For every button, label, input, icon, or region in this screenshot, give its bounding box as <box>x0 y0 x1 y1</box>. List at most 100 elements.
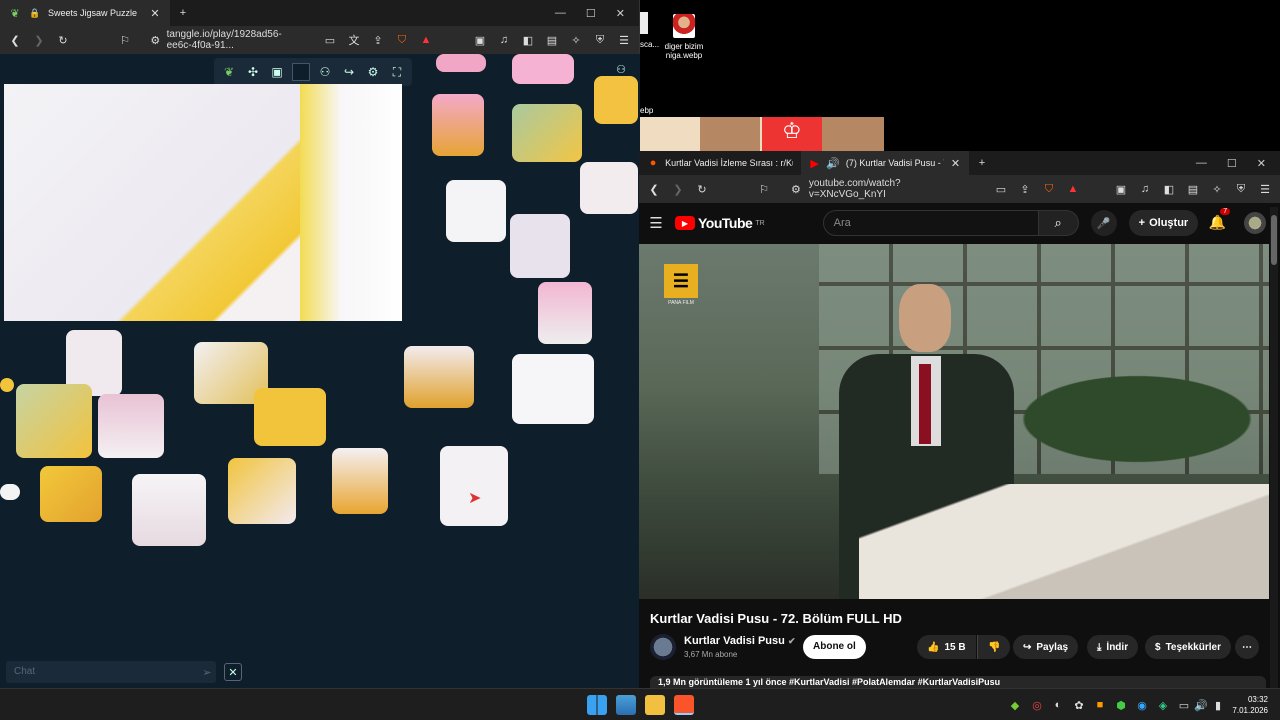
leo-icon[interactable]: ✧ <box>569 33 583 47</box>
puzzle-piece[interactable] <box>436 54 486 72</box>
puzzle-piece[interactable] <box>0 484 20 500</box>
download-button[interactable]: ⤓ İndir <box>1087 635 1139 659</box>
new-tab-icon[interactable]: + <box>975 156 989 170</box>
address-bar[interactable]: ⚙ tanggle.io/play/1928ad56-ee6c-4f0a-91.… <box>142 29 313 51</box>
tab-sweets-puzzle[interactable]: ❦ 🔒 Sweets Jigsaw Puzzle ✕ <box>0 0 170 26</box>
close-tab-icon[interactable]: ✕ <box>148 6 162 20</box>
battery-icon[interactable]: ▮ <box>1211 698 1225 712</box>
tray-icon-7[interactable]: ◉ <box>1135 698 1149 712</box>
dislike-button[interactable]: 👎 <box>977 635 1011 659</box>
bookmark-icon[interactable]: ⚐ <box>118 33 132 47</box>
desktop-switch-icon[interactable] <box>616 695 636 715</box>
notifications-button[interactable]: 🔔 7 <box>1209 208 1232 232</box>
share-icon[interactable]: ⇪ <box>371 33 385 47</box>
close-chat-icon[interactable]: ✕ <box>224 663 242 681</box>
puzzle-piece[interactable] <box>440 446 508 526</box>
wallet-icon[interactable]: ▤ <box>545 33 559 47</box>
media-icon[interactable]: ♫ <box>1138 182 1152 196</box>
puzzle-piece-icon[interactable]: ✣ <box>244 63 262 81</box>
close-tab-icon[interactable]: ✕ <box>950 156 961 170</box>
brave-shield-icon[interactable]: ⛉ <box>395 33 409 47</box>
puzzle-piece[interactable] <box>594 76 638 124</box>
desktop-file-icon[interactable]: diger bizim niga.webp <box>664 14 704 60</box>
desktop-partial-icon[interactable] <box>640 12 648 34</box>
tray-icon-2[interactable]: ◎ <box>1030 698 1044 712</box>
address-bar[interactable]: ⚙ youtube.com/watch?v=XNcVGo_KnYI <box>781 178 984 200</box>
bookmark-icon[interactable]: ⚐ <box>757 182 771 196</box>
scrollbar-thumb[interactable] <box>1271 215 1277 265</box>
forward-icon[interactable]: ❯ <box>671 182 685 196</box>
puzzle-piece[interactable] <box>228 458 296 524</box>
cast-icon[interactable]: ▭ <box>323 33 337 47</box>
channel-name[interactable]: Kurtlar Vadisi Pusu ✔ <box>684 635 795 647</box>
audio-playing-icon[interactable]: 🔊 <box>826 156 840 170</box>
microphone-icon[interactable]: 🎤 <box>1090 210 1117 236</box>
image-preview-icon[interactable]: ▣ <box>268 63 286 81</box>
video-player[interactable]: ☰ PANA FILM <box>639 244 1269 599</box>
site-info-icon[interactable]: ⚙ <box>789 182 803 196</box>
chat-input[interactable]: Chat <box>6 661 216 683</box>
sidebar-icon[interactable]: ▣ <box>1114 182 1128 196</box>
nvidia-tray-icon[interactable]: ◆ <box>1008 698 1022 712</box>
volume-icon[interactable]: 🔊 <box>1194 698 1208 712</box>
close-window-icon[interactable]: ✕ <box>616 7 625 20</box>
brave-browser-icon[interactable] <box>674 695 694 715</box>
avatar[interactable] <box>1244 212 1267 234</box>
like-button[interactable]: 👍 15 B <box>917 635 976 659</box>
puzzle-piece[interactable] <box>512 354 594 424</box>
tab-reddit[interactable]: ● Kurtlar Vadisi İzleme Sırası : r/Kurtl… <box>639 151 801 175</box>
settings-icon[interactable]: ⚙ <box>364 63 382 81</box>
forward-icon[interactable]: ❯ <box>32 33 46 47</box>
minimize-icon[interactable]: — <box>1196 157 1207 170</box>
background-color-icon[interactable] <box>292 63 310 81</box>
tray-icon-5[interactable]: ■ <box>1093 698 1107 712</box>
puzzle-piece[interactable] <box>332 448 388 514</box>
tray-icon-8[interactable]: ◈ <box>1156 698 1170 712</box>
vpn-icon[interactable]: ⛨ <box>593 33 607 47</box>
windows-start-icon[interactable] <box>587 695 607 715</box>
puzzle-piece[interactable] <box>512 54 574 84</box>
channel-avatar[interactable] <box>650 634 676 660</box>
puzzle-piece[interactable] <box>0 378 14 392</box>
vpn-icon[interactable]: ⛨ <box>1234 182 1248 196</box>
leo-icon[interactable]: ✧ <box>1210 182 1224 196</box>
puzzle-piece[interactable] <box>510 214 570 278</box>
more-actions-button[interactable]: ⋯ <box>1235 635 1259 659</box>
puzzle-piece[interactable] <box>446 180 506 242</box>
translate-icon[interactable]: 文 <box>347 33 361 47</box>
tanggle-logo-icon[interactable]: ❦ <box>220 63 238 81</box>
puzzle-piece[interactable] <box>538 282 592 344</box>
network-icon[interactable]: ▭ <box>1177 698 1191 712</box>
back-icon[interactable]: ❮ <box>647 182 661 196</box>
puzzle-piece[interactable] <box>580 162 638 214</box>
youtube-logo[interactable]: ▶ YouTube TR <box>675 215 765 231</box>
sidebar-icon[interactable]: ▣ <box>473 33 487 47</box>
close-window-icon[interactable]: ✕ <box>1257 157 1266 170</box>
wallet-icon[interactable]: ▤ <box>1186 182 1200 196</box>
panel-icon[interactable]: ◧ <box>521 33 535 47</box>
search-input[interactable]: Ara <box>822 210 1039 236</box>
brave-shield-icon[interactable]: ⛉ <box>1042 182 1056 196</box>
tab-youtube[interactable]: ▶ 🔊 (7) Kurtlar Vadisi Pusu - 72. Bö ✕ <box>801 151 969 175</box>
file-explorer-icon[interactable] <box>645 695 665 715</box>
minimize-icon[interactable]: — <box>555 7 566 20</box>
maximize-icon[interactable]: ☐ <box>1227 157 1237 170</box>
subscribe-button[interactable]: Abone ol <box>803 635 866 659</box>
back-icon[interactable]: ❮ <box>8 33 22 47</box>
create-button[interactable]: + Oluştur <box>1128 210 1199 236</box>
cast-icon[interactable]: ▭ <box>994 182 1008 196</box>
puzzle-piece[interactable] <box>16 384 92 458</box>
menu-icon[interactable]: ☰ <box>1258 182 1272 196</box>
puzzle-piece[interactable] <box>40 466 102 522</box>
new-tab-icon[interactable]: + <box>176 6 190 20</box>
page-scrollbar[interactable] <box>1270 207 1278 688</box>
media-icon[interactable]: ♫ <box>497 33 511 47</box>
panel-icon[interactable]: ◧ <box>1162 182 1176 196</box>
reload-icon[interactable]: ↻ <box>56 33 70 47</box>
puzzle-piece[interactable] <box>404 346 474 408</box>
puzzle-piece[interactable] <box>254 388 326 446</box>
share-icon[interactable]: ⇪ <box>1018 182 1032 196</box>
tray-icon-4[interactable]: ✿ <box>1072 698 1086 712</box>
site-info-icon[interactable]: ⚙ <box>150 33 161 47</box>
share-button[interactable]: ↪ Paylaş <box>1013 635 1079 659</box>
